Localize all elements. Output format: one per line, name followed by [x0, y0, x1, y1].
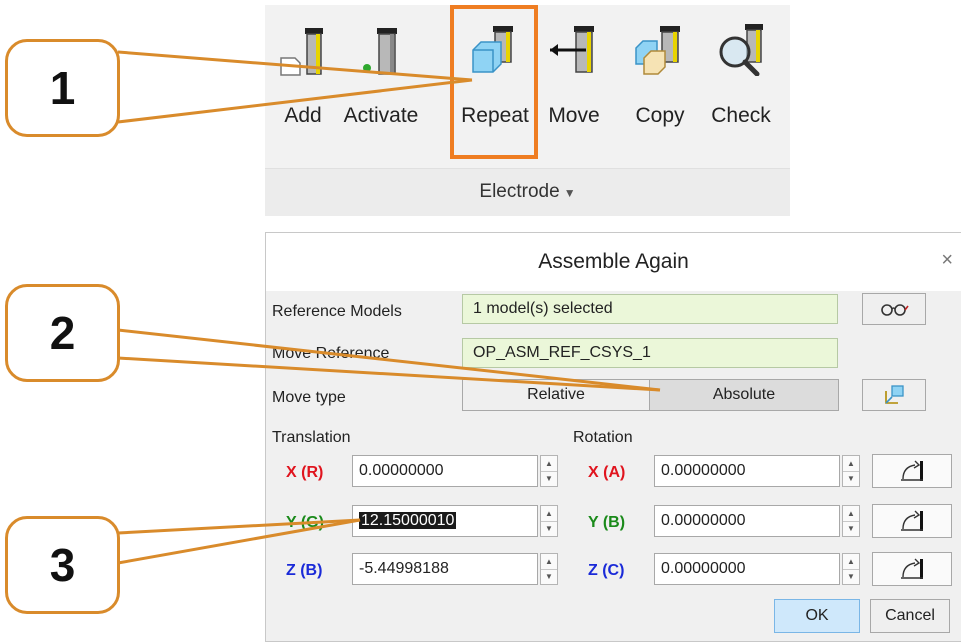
callout-1: 1: [5, 39, 120, 137]
callout-1-leader-top: [117, 50, 473, 82]
callout-leader-lines: [117, 50, 661, 565]
callout-3: 3: [5, 516, 120, 614]
callout-2: 2: [5, 284, 120, 382]
callout-2-leader-bottom: [117, 356, 661, 392]
callout-2-leader-top: [117, 328, 661, 392]
callout-1-leader-bottom: [117, 78, 473, 124]
